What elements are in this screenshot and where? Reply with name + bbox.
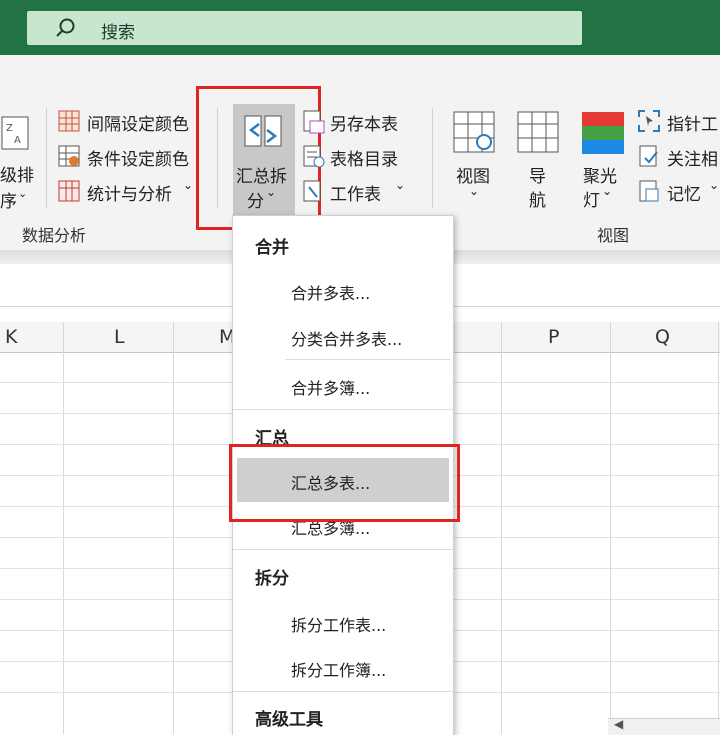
- save-sheet-label: 另存本表: [330, 115, 398, 135]
- menu-item-merge-sheets[interactable]: 合并多表...: [291, 280, 370, 304]
- menu-header-merge: 合并: [255, 238, 289, 258]
- chevron-down-icon: ⌄: [18, 187, 28, 200]
- sort-icon: Z A: [1, 116, 29, 150]
- pointer-icon: [638, 110, 660, 132]
- statistics-button[interactable]: 统计与分析 ⌄: [57, 177, 199, 207]
- table-directory-label: 表格目录: [330, 150, 398, 170]
- column-header-l[interactable]: L: [114, 326, 125, 348]
- search-box[interactable]: 搜索: [27, 11, 582, 45]
- menu-item-category-merge-sheets[interactable]: 分类合并多表...: [291, 326, 402, 350]
- sort-label-2: 序: [0, 192, 17, 212]
- worksheet-button[interactable]: 工作表 ⌄: [301, 177, 411, 207]
- chevron-down-icon: ⌄: [469, 184, 480, 198]
- spotlight-icon: [582, 112, 624, 154]
- menu-item-split-worksheet[interactable]: 拆分工作表...: [291, 612, 386, 636]
- column-header-p[interactable]: P: [548, 326, 559, 348]
- column-header-q[interactable]: Q: [655, 326, 670, 348]
- navigation-grid-icon: [517, 111, 559, 153]
- navigation-button[interactable]: 导 航: [514, 108, 564, 211]
- grid-color-icon: [58, 110, 80, 132]
- grid-condition-icon: [58, 145, 80, 167]
- chevron-down-icon: ⌄: [395, 178, 406, 192]
- grid-column-line: [718, 322, 719, 734]
- spotlight-label-2: 灯: [583, 191, 600, 211]
- search-label: 搜索: [101, 23, 135, 43]
- table-directory-icon: [303, 145, 325, 168]
- focus-related-label: 关注相: [667, 150, 718, 170]
- menu-divider: [285, 359, 450, 360]
- spotlight-button[interactable]: 聚光 灯 ⌄: [578, 108, 628, 211]
- pointer-tool-label: 指针工: [667, 115, 718, 135]
- grid-column-line: [610, 322, 611, 734]
- chevron-down-icon: ⌄: [709, 178, 720, 192]
- menu-divider: [233, 409, 453, 410]
- grid-column-line: [173, 322, 174, 734]
- pointer-tool-button[interactable]: 指针工: [637, 107, 720, 137]
- table-directory-button[interactable]: 表格目录: [301, 142, 411, 172]
- focus-icon: [639, 145, 658, 167]
- save-sheet-button[interactable]: 另存本表: [301, 107, 411, 137]
- navigation-label-1: 导: [529, 167, 546, 187]
- interval-color-label: 间隔设定颜色: [87, 115, 189, 135]
- scroll-left-icon[interactable]: ◀: [614, 717, 623, 731]
- horizontal-scrollbar[interactable]: ◀: [608, 717, 720, 735]
- grid-column-line: [63, 322, 64, 734]
- chevron-down-icon: ⌄: [183, 178, 194, 192]
- sort-label-1: 级排: [0, 166, 34, 186]
- memory-label: 记忆: [667, 185, 701, 205]
- view-group-label: 视图: [597, 226, 630, 245]
- column-header-k[interactable]: K: [5, 326, 17, 348]
- menu-divider: [233, 549, 453, 550]
- navigation-label-2: 航: [529, 191, 546, 211]
- svg-text:A: A: [14, 135, 21, 146]
- menu-header-split: 拆分: [255, 569, 289, 589]
- save-sheet-icon: [303, 110, 325, 134]
- menu-item-merge-workbooks[interactable]: 合并多簿...: [291, 375, 370, 399]
- grid-column-line: [501, 322, 502, 734]
- worksheet-label: 工作表: [330, 185, 381, 205]
- menu-item-split-workbook[interactable]: 拆分工作簿...: [291, 657, 386, 681]
- memory-button[interactable]: 记忆 ⌄: [637, 177, 720, 207]
- statistics-icon: [58, 180, 80, 202]
- menu-header-advanced-tools: 高级工具: [255, 710, 323, 730]
- sort-button-partial[interactable]: Z A 级排 序 ⌄: [0, 105, 40, 212]
- view-button[interactable]: 视图 ⌄: [450, 108, 500, 208]
- interval-color-button[interactable]: 间隔设定颜色: [57, 107, 199, 137]
- analysis-group-label: 数据分析: [22, 226, 87, 245]
- chevron-down-icon: ⌄: [602, 184, 613, 198]
- focus-related-button[interactable]: 关注相: [637, 142, 720, 172]
- divider: [46, 108, 47, 208]
- condition-color-button[interactable]: 条件设定颜色: [57, 142, 199, 172]
- view-grid-icon: [453, 111, 495, 153]
- highlight-box-summary-sheets: [229, 444, 460, 522]
- statistics-label: 统计与分析: [87, 185, 172, 205]
- menu-divider: [233, 691, 453, 692]
- worksheet-icon: [303, 180, 321, 202]
- svg-text:Z: Z: [6, 123, 13, 134]
- memory-icon: [639, 180, 659, 202]
- search-icon: [56, 18, 75, 37]
- divider: [432, 108, 433, 208]
- condition-color-label: 条件设定颜色: [87, 150, 189, 170]
